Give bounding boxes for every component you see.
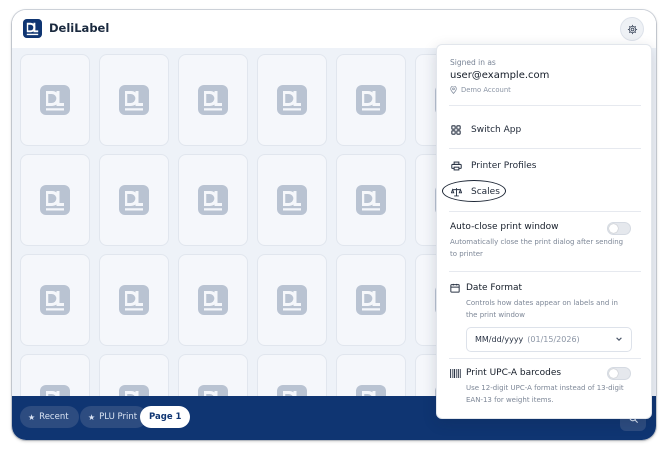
barcode-icon xyxy=(450,369,461,378)
label-tile[interactable] xyxy=(178,354,248,396)
date-format-example: (01/15/2026) xyxy=(527,335,580,344)
label-tile[interactable] xyxy=(178,54,248,146)
location-pin-icon xyxy=(450,86,457,94)
calendar-icon xyxy=(450,283,460,293)
delilabel-logo-icon xyxy=(356,385,386,396)
label-tile[interactable] xyxy=(257,254,327,346)
delilabel-logo-icon xyxy=(198,85,228,115)
delilabel-logo-icon xyxy=(119,185,149,215)
delilabel-logo-icon xyxy=(40,185,70,215)
app-title: DeliLabel xyxy=(49,21,110,35)
label-tile[interactable] xyxy=(178,154,248,246)
gear-icon xyxy=(627,24,637,34)
grid-icon xyxy=(450,124,462,136)
delilabel-logo-icon xyxy=(40,285,70,315)
delilabel-logo-icon xyxy=(277,185,307,215)
label-tile[interactable] xyxy=(99,154,169,246)
label-tile[interactable] xyxy=(336,254,406,346)
chip-page-1[interactable]: Page 1 xyxy=(140,406,191,428)
chip-label: PLU Print xyxy=(99,412,138,422)
delilabel-logo-icon xyxy=(198,385,228,396)
label-tile[interactable] xyxy=(99,354,169,396)
signed-in-label: Signed in as xyxy=(450,58,496,67)
account-name: Demo Account xyxy=(461,86,511,94)
label-tile[interactable] xyxy=(20,254,90,346)
delilabel-logo-icon xyxy=(119,285,149,315)
delilabel-logo-icon xyxy=(277,385,307,396)
label-tile[interactable] xyxy=(336,154,406,246)
menu-item-scales[interactable]: Scales xyxy=(450,183,500,201)
divider xyxy=(449,105,641,106)
chip-label: Page 1 xyxy=(149,412,182,422)
delilabel-logo-icon xyxy=(119,385,149,396)
label-tile[interactable] xyxy=(257,154,327,246)
app-window: DeliLabel ★ Recent ★ PLU Print Page 1 Si… xyxy=(12,10,656,440)
date-format-desc-line2: the print window xyxy=(466,311,525,319)
menu-item-switch-app[interactable]: Switch App xyxy=(450,121,521,139)
label-tile[interactable] xyxy=(257,54,327,146)
chip-label: Recent xyxy=(39,412,69,422)
date-format-select[interactable]: MM/dd/yyyy (01/15/2026) xyxy=(466,327,632,352)
settings-button[interactable] xyxy=(620,17,644,41)
upc-toggle[interactable] xyxy=(607,367,631,380)
label-tile[interactable] xyxy=(257,354,327,396)
delilabel-logo-icon xyxy=(23,19,42,38)
menu-item-printer-profiles[interactable]: Printer Profiles xyxy=(450,157,536,175)
label-tile[interactable] xyxy=(178,254,248,346)
star-icon: ★ xyxy=(28,412,36,422)
menu-item-label: Scales xyxy=(471,187,500,197)
delilabel-logo-icon xyxy=(356,185,386,215)
auto-close-desc-line2: to printer xyxy=(450,250,483,258)
divider xyxy=(449,148,641,149)
delilabel-logo-icon xyxy=(198,185,228,215)
divider xyxy=(449,271,641,272)
divider xyxy=(449,358,641,359)
date-format-desc-line1: Controls how dates appear on labels and … xyxy=(466,299,618,307)
label-tile[interactable] xyxy=(336,54,406,146)
star-icon: ★ xyxy=(88,412,96,422)
label-tile[interactable] xyxy=(99,254,169,346)
delilabel-logo-icon xyxy=(198,285,228,315)
divider xyxy=(449,211,641,212)
app-header: DeliLabel xyxy=(12,10,656,48)
chip-plu-print[interactable]: ★ PLU Print xyxy=(80,406,148,428)
delilabel-logo-icon xyxy=(119,85,149,115)
date-format-title: Date Format xyxy=(466,283,523,293)
auto-close-desc-line1: Automatically close the print dialog aft… xyxy=(450,238,624,246)
delilabel-logo-icon xyxy=(40,385,70,396)
label-tile[interactable] xyxy=(20,154,90,246)
upc-desc-line2: EAN-13 for weight items. xyxy=(466,396,554,404)
upc-desc-line1: Use 12-digit UPC-A format instead of 13-… xyxy=(466,384,624,392)
delilabel-logo-icon xyxy=(40,85,70,115)
delilabel-logo-icon xyxy=(356,85,386,115)
label-tile[interactable] xyxy=(99,54,169,146)
delilabel-logo-icon xyxy=(356,285,386,315)
menu-item-label: Switch App xyxy=(471,125,522,135)
settings-menu: Signed in as user@example.com Demo Accou… xyxy=(436,44,652,419)
account-row: Demo Account xyxy=(450,86,511,94)
auto-close-title: Auto-close print window xyxy=(450,222,559,232)
menu-item-label: Printer Profiles xyxy=(471,161,537,171)
delilabel-logo-icon xyxy=(277,285,307,315)
upc-title: Print UPC-A barcodes xyxy=(466,368,562,378)
user-email: user@example.com xyxy=(450,70,550,81)
chip-recent[interactable]: ★ Recent xyxy=(20,406,79,428)
delilabel-logo-icon xyxy=(277,85,307,115)
label-tile[interactable] xyxy=(20,354,90,396)
date-format-selected: MM/dd/yyyy xyxy=(475,335,524,344)
auto-close-toggle[interactable] xyxy=(607,222,631,235)
chevron-down-icon xyxy=(616,337,622,341)
scale-icon xyxy=(450,186,462,198)
label-tile[interactable] xyxy=(20,54,90,146)
label-tile[interactable] xyxy=(336,354,406,396)
printer-icon xyxy=(450,160,462,172)
